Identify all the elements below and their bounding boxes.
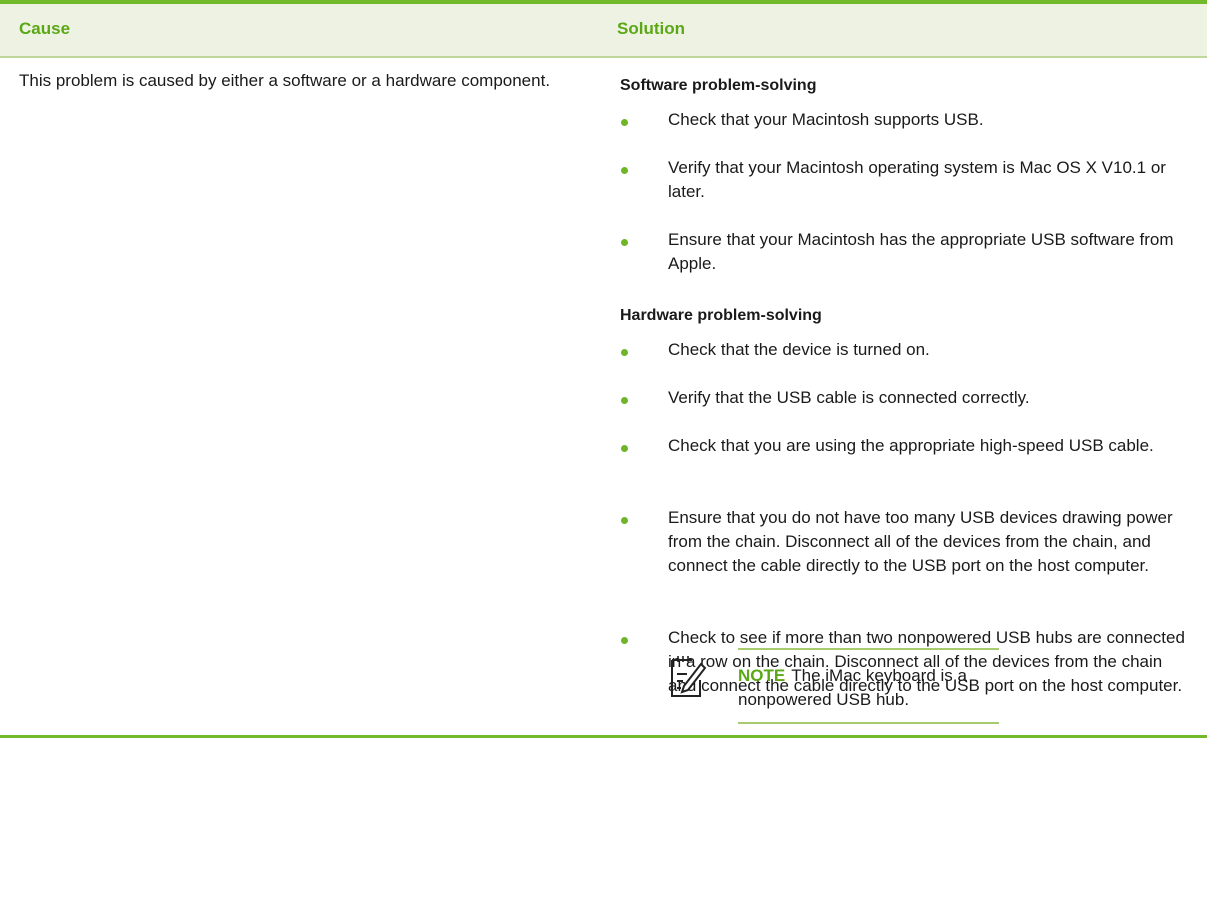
bottom-rule <box>0 735 1207 738</box>
table-header: Cause Solution <box>0 4 1207 56</box>
list-item-text: Check that the device is turned on. <box>668 340 930 359</box>
list-item-text: Ensure that you do not have too many USB… <box>668 508 1173 575</box>
bullet-icon <box>621 517 628 524</box>
software-heading: Software problem-solving <box>620 77 817 94</box>
bullet-icon <box>621 349 628 356</box>
header-solution: Solution <box>617 19 685 38</box>
bullet-icon <box>621 119 628 126</box>
header-cause: Cause <box>19 19 71 38</box>
bullet-icon <box>621 397 628 404</box>
note-pencil-icon <box>668 654 708 698</box>
list-item-text: Check that your Macintosh supports USB. <box>668 110 984 129</box>
note-label: NOTE <box>738 666 786 685</box>
note-top-rule <box>738 648 999 650</box>
list-item-text: Verify that the USB cable is connected c… <box>668 388 1030 407</box>
list-item-text: Check that you are using the appropriate… <box>668 436 1154 455</box>
bullet-icon <box>621 445 628 452</box>
note: NOTE The iMac keyboard is a nonpowered US… <box>738 664 1000 712</box>
hardware-heading: Hardware problem-solving <box>620 307 822 324</box>
troubleshooting-table: Cause Solution <box>0 0 1207 58</box>
list-item-text: Verify that your Macintosh operating sys… <box>668 158 1166 201</box>
bullet-icon <box>621 167 628 174</box>
bullet-icon <box>621 637 628 644</box>
list-item-text: Ensure that your Macintosh has the appro… <box>668 230 1174 273</box>
note-bottom-rule <box>738 722 999 724</box>
header-rule <box>0 56 1207 58</box>
bullet-icon <box>621 239 628 246</box>
cause-text: This problem is caused by either a softw… <box>19 71 551 90</box>
